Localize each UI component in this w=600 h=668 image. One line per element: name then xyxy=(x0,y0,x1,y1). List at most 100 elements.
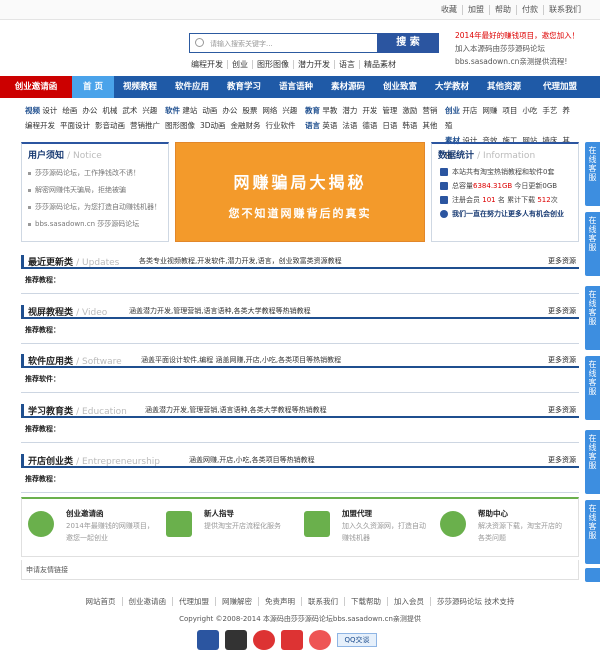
subnav-link[interactable]: 网赚 xyxy=(482,106,497,115)
more-link[interactable]: 更多资源 xyxy=(548,256,576,266)
footer-link[interactable]: 下载帮助 xyxy=(344,597,387,606)
seal-badge-icon[interactable] xyxy=(281,630,303,650)
hotword[interactable]: 图形图像 xyxy=(252,60,293,69)
nav-video[interactable]: 视频教程 xyxy=(114,76,166,98)
online-service-tab[interactable]: 在线客服 xyxy=(585,356,600,420)
subnav-link[interactable]: 机械 xyxy=(102,106,117,115)
promo-line[interactable]: 2014年最好的赚钱项目，邀您加入！ xyxy=(455,29,579,42)
toplink-pay[interactable]: 付款 xyxy=(516,5,543,15)
nav-agent[interactable]: 代理加盟 xyxy=(530,76,590,98)
subnav-link[interactable]: 影音动画 xyxy=(95,121,125,130)
subnav-link[interactable]: 图形图像 xyxy=(165,121,195,130)
subnav-link[interactable]: 设计 xyxy=(42,106,57,115)
hotword[interactable]: 精品素材 xyxy=(359,60,400,69)
subnav-link[interactable]: 武术 xyxy=(122,106,137,115)
footer-link[interactable]: 创业邀请函 xyxy=(121,597,173,606)
footer-link[interactable]: 免责声明 xyxy=(258,597,301,606)
hotword[interactable]: 语言 xyxy=(334,60,359,69)
subnav-link[interactable]: 英语 xyxy=(322,121,337,130)
section-title: 软件应用类 / Software xyxy=(28,357,122,367)
online-service-tab[interactable]: 在线客服 xyxy=(585,430,600,494)
nav-wealth[interactable]: 创业致富 xyxy=(374,76,426,98)
toplink-favorite[interactable]: 收藏 xyxy=(436,5,462,15)
subnav-link[interactable]: 兴趣 xyxy=(282,106,297,115)
subnav-link[interactable]: 金融财务 xyxy=(231,121,261,130)
subnav-link[interactable]: 兴趣 xyxy=(142,106,157,115)
stats-item: 注册会员 101 名 累计下载 512 次 xyxy=(440,193,570,207)
notice-item[interactable]: 莎莎源码论坛，工作挣钱改不诱！ xyxy=(28,165,162,182)
subnav-link[interactable]: 开店 xyxy=(462,106,477,115)
notice-item[interactable]: bbs.sasadown.cn 莎莎源码论坛 xyxy=(28,216,162,233)
subnav-link[interactable]: 激励 xyxy=(402,106,417,115)
subnav-link[interactable]: 其他 xyxy=(422,121,437,130)
online-service-tab[interactable] xyxy=(585,568,600,582)
footer-link[interactable]: 联系我们 xyxy=(301,597,344,606)
subnav-link[interactable]: 法语 xyxy=(342,121,357,130)
police-badge-icon[interactable] xyxy=(197,630,219,650)
subnav-link[interactable]: 办公 xyxy=(222,106,237,115)
subnav-link[interactable]: 动画 xyxy=(202,106,217,115)
subnav-link[interactable]: 平面设计 xyxy=(60,121,90,130)
subnav-link[interactable]: 早教 xyxy=(322,106,337,115)
subnav-link[interactable]: 股票 xyxy=(242,106,257,115)
qq-chat-button[interactable]: QQ交谈 xyxy=(337,633,377,647)
section-title: 开店创业类 / Entrepreneurship xyxy=(28,457,161,467)
subnav-link[interactable]: 韩语 xyxy=(402,121,417,130)
subnav-link[interactable]: 小吃 xyxy=(522,106,537,115)
nav-home[interactable]: 首 页 xyxy=(72,76,114,98)
subnav-link[interactable]: 营销推广 xyxy=(130,121,160,130)
nav-textbook[interactable]: 大学教材 xyxy=(426,76,478,98)
online-service-tab[interactable]: 在线客服 xyxy=(585,142,600,206)
toplink-help[interactable]: 帮助 xyxy=(489,5,516,15)
subnav-link[interactable]: 网络 xyxy=(262,106,277,115)
nav-other[interactable]: 其他资源 xyxy=(478,76,530,98)
subnav-link[interactable]: 潜力 xyxy=(342,106,357,115)
subnav-link[interactable]: 日语 xyxy=(382,121,397,130)
footer-link[interactable]: 网站首页 xyxy=(80,597,122,606)
online-service-tab[interactable]: 在线客服 xyxy=(585,500,600,564)
banner[interactable]: 网赚骗局大揭秘 您不知道网赚背后的真实 xyxy=(175,142,425,242)
toplink-contact[interactable]: 联系我们 xyxy=(543,5,586,15)
more-link[interactable]: 更多资源 xyxy=(548,455,576,465)
online-service-tab[interactable]: 在线客服 xyxy=(585,212,600,276)
nav-education[interactable]: 教育学习 xyxy=(218,76,270,98)
subnav-link[interactable]: 编程开发 xyxy=(25,121,55,130)
check-icon xyxy=(440,210,448,218)
notice-item[interactable]: 解密网赚伟天骗局，拒绝被骗 xyxy=(28,182,162,199)
subnav-link[interactable]: 开发 xyxy=(362,106,377,115)
more-link[interactable]: 更多资源 xyxy=(548,355,576,365)
online-service-tab[interactable]: 在线客服 xyxy=(585,286,600,350)
subnav-link[interactable]: 绘画 xyxy=(62,106,77,115)
subnav-link[interactable]: 3D动画 xyxy=(200,121,226,130)
subnav-link[interactable]: 行业软件 xyxy=(266,121,296,130)
more-link[interactable]: 更多资源 xyxy=(548,405,576,415)
more-link[interactable]: 更多资源 xyxy=(548,306,576,316)
subnav-link[interactable]: 手艺 xyxy=(542,106,557,115)
subnav-link[interactable]: 办公 xyxy=(82,106,97,115)
hotword[interactable]: 编程开发 xyxy=(191,60,227,69)
footer-link[interactable]: 代理加盟 xyxy=(172,597,215,606)
footer-link[interactable]: 加入会员 xyxy=(387,597,430,606)
footer-link[interactable]: 莎莎源码论坛 技术支持 xyxy=(430,597,520,606)
security-badge-icon[interactable] xyxy=(225,630,247,650)
alert-badge-icon[interactable] xyxy=(253,630,275,650)
notice-item[interactable]: 莎莎源码论坛，为您打造自动赚钱机器！ xyxy=(28,199,162,216)
subnav-link[interactable]: 项目 xyxy=(502,106,517,115)
search-input[interactable]: 请输入搜索关键字... xyxy=(210,39,273,49)
nav-material[interactable]: 素材源码 xyxy=(322,76,374,98)
nav-invite[interactable]: 创业邀请函 xyxy=(0,76,72,98)
hotword[interactable]: 潜力开发 xyxy=(293,60,334,69)
search-box[interactable]: 请输入搜索关键字... 搜 索 xyxy=(189,33,439,53)
hotword[interactable]: 创业 xyxy=(227,60,252,69)
nav-language[interactable]: 语言语种 xyxy=(270,76,322,98)
shield-badge-icon[interactable] xyxy=(309,630,331,650)
subnav-link[interactable]: 管理 xyxy=(382,106,397,115)
apply-link[interactable]: 申请友情链接 xyxy=(26,565,68,575)
subnav-link[interactable]: 营销 xyxy=(422,106,437,115)
footer-link[interactable]: 网赚解密 xyxy=(215,597,258,606)
search-button[interactable]: 搜 索 xyxy=(377,33,439,53)
subnav-link[interactable]: 建站 xyxy=(182,106,197,115)
subnav-link[interactable]: 德语 xyxy=(362,121,377,130)
nav-software[interactable]: 软件应用 xyxy=(166,76,218,98)
toplink-join[interactable]: 加盟 xyxy=(462,5,489,15)
